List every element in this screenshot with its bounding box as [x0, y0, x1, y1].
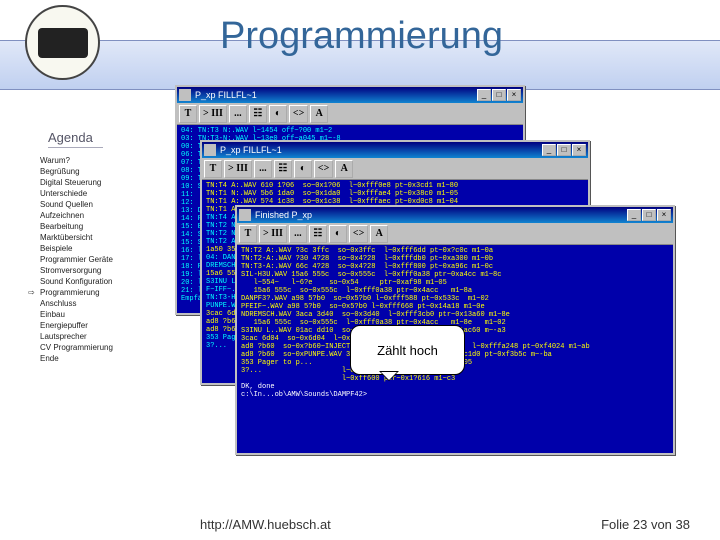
titlebar-3[interactable]: Finished P_xp _ □ ×: [237, 207, 673, 223]
toolbar-button[interactable]: <>: [349, 225, 368, 243]
close-button[interactable]: ×: [572, 144, 586, 156]
titlebar-1[interactable]: P_xp FILLFL~1 _ □ ×: [177, 87, 523, 103]
toolbar-button[interactable]: ☷: [309, 225, 327, 243]
toolbar-button[interactable]: ...: [289, 225, 307, 243]
app-icon: [239, 209, 251, 221]
agenda-item: Programmierung: [40, 287, 113, 298]
terminal-line: TN:T2-A:.WAV ?30 4?28 so~0x4?28 l~0xfffd…: [241, 255, 669, 263]
toolbar-button[interactable]: ◐: [329, 225, 347, 243]
toolbar-button[interactable]: <>: [289, 105, 308, 123]
minimize-button[interactable]: _: [627, 209, 641, 221]
terminal-line: TN:T1 N:.WAV 5b6 1da0 so~0x1da0 l~0xfffa…: [206, 190, 584, 198]
agenda-item: Aufzeichnen: [40, 210, 113, 221]
toolbar-button[interactable]: ...: [254, 160, 272, 178]
toolbar-button[interactable]: ☷: [249, 105, 267, 123]
window-title: P_xp FILLFL~1: [195, 90, 257, 100]
agenda-item: Einbau: [40, 309, 113, 320]
terminal-line: 15a6 555c so~0x555c l~0xfff0a38 ptr~0x4a…: [241, 287, 669, 295]
toolbar-button[interactable]: T: [204, 160, 222, 178]
agenda-item: Programmier Geräte: [40, 254, 113, 265]
terminal-line: NDREMSCH.WAV 3aca 3d40 so~0x3d40 l~0xfff…: [241, 311, 669, 319]
agenda-item: Sound Quellen: [40, 199, 113, 210]
callout-bubble: Zählt hoch: [350, 325, 465, 375]
toolbar-button[interactable]: ◐: [269, 105, 287, 123]
agenda-item: Marktübersicht: [40, 232, 113, 243]
agenda-item: Ende: [40, 353, 113, 364]
agenda-item: Digital Steuerung: [40, 177, 113, 188]
footer-page: Folie 23 von 38: [601, 517, 690, 532]
toolbar-button[interactable]: ◐: [294, 160, 312, 178]
terminal-line: TN:T4 A:.WAV 610 1?06 so~0x1?06 l~0xfff0…: [206, 182, 584, 190]
terminal-line: PFEIF~.WAV a98 5?b0 so~0x5?b0 l~0xfff668…: [241, 303, 669, 311]
toolbar-button[interactable]: > III: [199, 105, 227, 123]
agenda-item: Beispiele: [40, 243, 113, 254]
logo: [25, 5, 100, 80]
terminal-line: TN:T2 A:.WAV ?3c 3ffc so~0x3ffc l~0xfff6…: [241, 247, 669, 255]
toolbar-button[interactable]: > III: [224, 160, 252, 178]
toolbar-button[interactable]: > III: [259, 225, 287, 243]
toolbar-button[interactable]: A: [370, 225, 388, 243]
terminal-line: c:\In...ob\AMW\Sounds\DAMPF42>: [241, 391, 669, 399]
agenda-item: Stromversorgung: [40, 265, 113, 276]
terminal-line: SIL-H3U.WAV 15a6 555c so~0x555c l~0xfff0…: [241, 271, 669, 279]
toolbar-3: T> III...☷◐<>A: [237, 223, 673, 245]
titlebar-2[interactable]: P_xp FILLFL~1 _ □ ×: [202, 142, 588, 158]
agenda-item: Energiepuffer: [40, 320, 113, 331]
agenda-item: Begrüßung: [40, 166, 113, 177]
toolbar-button[interactable]: T: [239, 225, 257, 243]
agenda-item: CV Programmierung: [40, 342, 113, 353]
app-icon: [179, 89, 191, 101]
window-title: Finished P_xp: [255, 210, 312, 220]
minimize-button[interactable]: _: [542, 144, 556, 156]
toolbar-button[interactable]: <>: [314, 160, 333, 178]
toolbar-button[interactable]: A: [335, 160, 353, 178]
toolbar-button[interactable]: T: [179, 105, 197, 123]
terminal-line: l~554~ l~6?e so~0x54 ptr~0xaf98 m1~05: [241, 279, 669, 287]
callout-text: Zählt hoch: [377, 343, 438, 358]
agenda-item: Unterschiede: [40, 188, 113, 199]
toolbar-button[interactable]: ☷: [274, 160, 292, 178]
terminal-line: DK, done: [241, 383, 669, 391]
footer-url: http://AMW.huebsch.at: [200, 517, 331, 532]
minimize-button[interactable]: _: [477, 89, 491, 101]
toolbar-button[interactable]: ...: [229, 105, 247, 123]
close-button[interactable]: ×: [507, 89, 521, 101]
windows-area: P_xp FILLFL~1 _ □ × T> III...☷◐<>A 04: T…: [175, 85, 705, 445]
agenda-item: Warum?: [40, 155, 113, 166]
maximize-button[interactable]: □: [492, 89, 506, 101]
terminal-line: TN:T3-A:.WAV 66c 4?28 so~0x4?28 l~0xfff8…: [241, 263, 669, 271]
page-title: Programmierung: [220, 15, 503, 58]
agenda-item: Lautsprecher: [40, 331, 113, 342]
agenda-item: Anschluss: [40, 298, 113, 309]
close-button[interactable]: ×: [657, 209, 671, 221]
toolbar-2: T> III...☷◐<>A: [202, 158, 588, 180]
terminal-line: 04: TN:T3 N:.WAV l~1454 off~?00 m1~2: [181, 127, 519, 135]
maximize-button[interactable]: □: [557, 144, 571, 156]
content-3: TN:T2 A:.WAV ?3c 3ffc so~0x3ffc l~0xfff6…: [237, 245, 673, 401]
agenda-item: Sound Konfiguration: [40, 276, 113, 287]
terminal-line: DANPF3?.WAV a98 5?b0 so~0x5?b0 l~0xfff58…: [241, 295, 669, 303]
toolbar-1: T> III...☷◐<>A: [177, 103, 523, 125]
terminal-line: l~0xff600 ptr~0x1?616 m1~c3: [241, 375, 669, 383]
agenda-item: Bearbeitung: [40, 221, 113, 232]
agenda-list: Warum?BegrüßungDigital SteuerungUntersch…: [40, 155, 113, 364]
window-title: P_xp FILLFL~1: [220, 145, 282, 155]
app-icon: [204, 144, 216, 156]
toolbar-button[interactable]: A: [310, 105, 328, 123]
maximize-button[interactable]: □: [642, 209, 656, 221]
agenda-heading: Agenda: [48, 130, 103, 148]
